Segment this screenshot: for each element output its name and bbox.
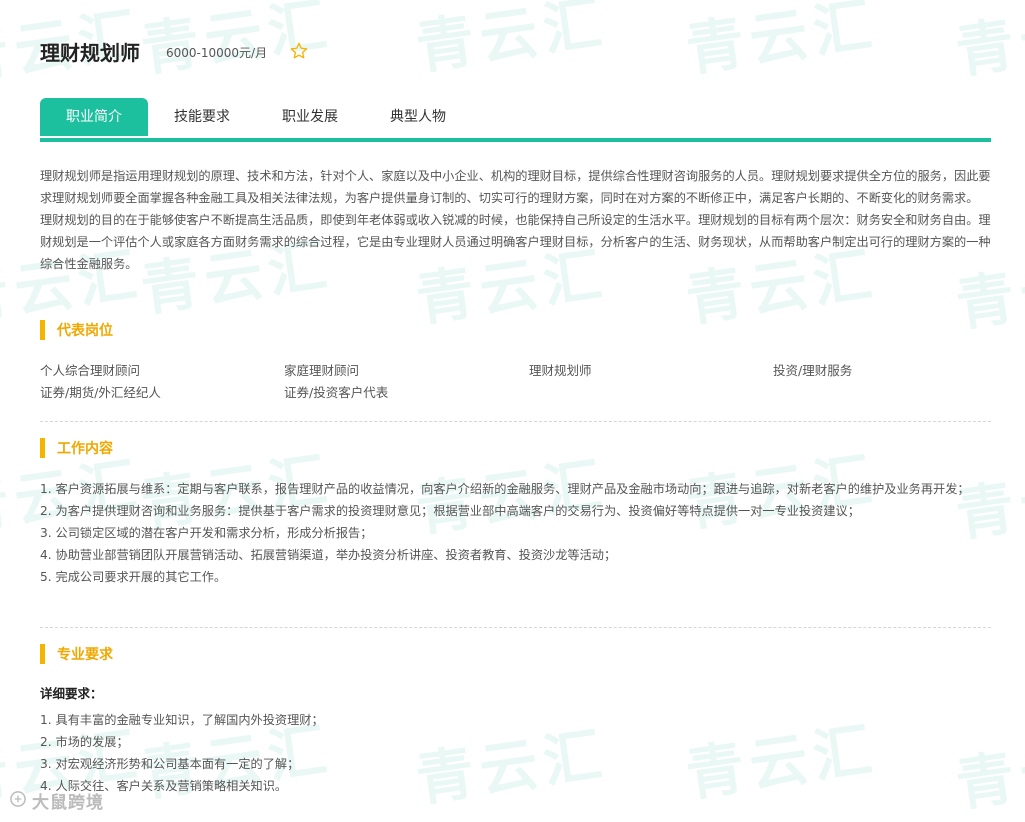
watermark: 青云汇 bbox=[681, 0, 882, 84]
position-item: 投资/理财服务 bbox=[773, 363, 853, 378]
intro-paragraph: 理财规划的目的在于能够使客户不断提高生活品质，即使到年老体弱或收入锐减的时候，也… bbox=[40, 213, 991, 271]
position-item: 家庭理财顾问 bbox=[284, 363, 360, 378]
salary-range: 6000-10000元/月 bbox=[166, 46, 268, 60]
intro-paragraph: 理财规划师是指运用理财规划的原理、技术和方法，针对个人、家庭以及中小企业、机构的… bbox=[40, 169, 991, 205]
position-item: 证券/投资客户代表 bbox=[284, 385, 389, 400]
section-bar bbox=[40, 644, 45, 664]
tab-career-development[interactable]: 职业发展 bbox=[256, 98, 364, 136]
section-bar bbox=[40, 438, 45, 458]
list-item: 5. 完成公司要求开展的其它工作。 bbox=[40, 570, 227, 584]
list-item: 1. 具有丰富的金融专业知识，了解国内外投资理财； bbox=[40, 713, 324, 727]
list-item: 2. 为客户提供理财咨询和业务服务：提供基于客户需求的投资理财意见；根据营业部中… bbox=[40, 504, 860, 518]
section-title: 代表岗位 bbox=[57, 323, 113, 339]
watermark: 青云汇 bbox=[951, 0, 1025, 86]
tab-typical-people[interactable]: 典型人物 bbox=[364, 98, 472, 136]
section-header-positions: 代表岗位 bbox=[40, 320, 113, 340]
requirements-subheading: 详细要求： bbox=[40, 686, 103, 701]
brand-label: 大鼠跨境 bbox=[32, 793, 104, 813]
section-title: 工作内容 bbox=[57, 441, 113, 457]
section-bar bbox=[40, 320, 45, 340]
section-header-requirements: 专业要求 bbox=[40, 644, 113, 664]
divider bbox=[40, 421, 991, 422]
position-item: 理财规划师 bbox=[529, 363, 592, 378]
chat-bubble-icon bbox=[8, 789, 28, 813]
list-item: 4. 人际交往、客户关系及营销策略相关知识。 bbox=[40, 779, 288, 793]
page-title: 理财规划师 bbox=[40, 40, 140, 65]
section-title: 专业要求 bbox=[57, 647, 113, 663]
list-item: 3. 对宏观经济形势和公司基本面有一定的了解； bbox=[40, 757, 300, 771]
brand-watermark: 大鼠跨境 bbox=[8, 788, 104, 813]
requirements-list: 1. 具有丰富的金融专业知识，了解国内外投资理财； 2. 市场的发展； 3. 对… bbox=[40, 709, 991, 797]
work-list: 1. 客户资源拓展与维系：定期与客户联系，报告理财产品的收益情况，向客户介绍新的… bbox=[40, 478, 991, 588]
section-header-work: 工作内容 bbox=[40, 438, 113, 458]
list-item: 4. 协助营业部营销团队开展营销活动、拓展营销渠道，举办投资分析讲座、投资者教育… bbox=[40, 548, 617, 562]
tab-bar: 职业简介 技能要求 职业发展 典型人物 bbox=[40, 98, 991, 142]
list-item: 2. 市场的发展； bbox=[40, 735, 129, 749]
list-item: 1. 客户资源拓展与维系：定期与客户联系，报告理财产品的收益情况，向客户介绍新的… bbox=[40, 482, 970, 496]
position-item: 个人综合理财顾问 bbox=[40, 363, 141, 378]
watermark: 青云汇 bbox=[411, 0, 612, 82]
header: 理财规划师 6000-10000元/月 bbox=[40, 36, 309, 66]
intro-text: 理财规划师是指运用理财规划的原理、技术和方法，针对个人、家庭以及中小企业、机构的… bbox=[40, 165, 991, 275]
tab-skills[interactable]: 技能要求 bbox=[148, 98, 256, 136]
list-item: 3. 公司锁定区域的潜在客户开发和需求分析，形成分析报告； bbox=[40, 526, 373, 540]
position-item: 证券/期货/外汇经纪人 bbox=[40, 385, 161, 400]
divider bbox=[40, 627, 991, 628]
tab-overview[interactable]: 职业简介 bbox=[40, 98, 148, 136]
star-outline-icon[interactable] bbox=[289, 41, 309, 61]
